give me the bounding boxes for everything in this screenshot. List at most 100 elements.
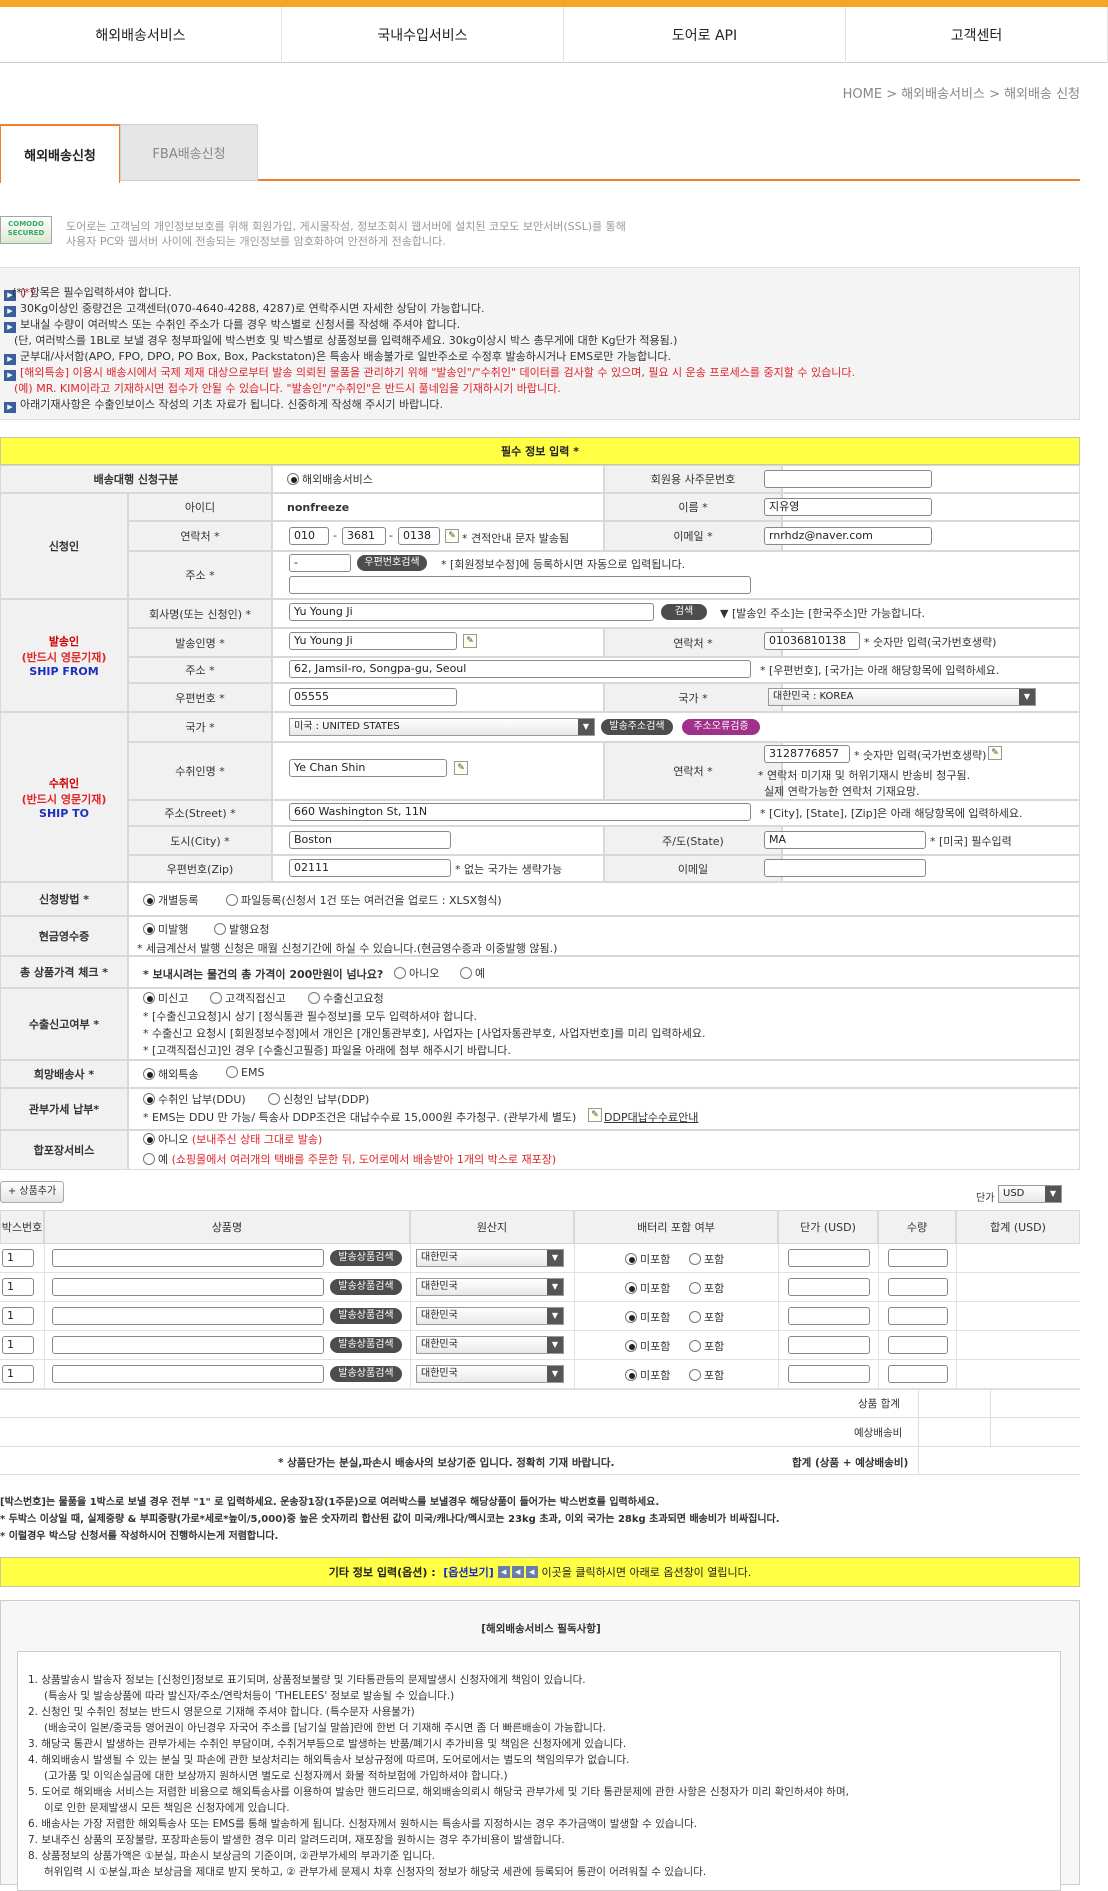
sender-phone-input[interactable]: 01036810138 [764, 632, 860, 650]
phone-input-3[interactable]: 0138 [398, 527, 440, 545]
product-name-input[interactable] [52, 1307, 324, 1325]
origin-select[interactable]: 대한민국 ▼ [416, 1336, 564, 1354]
box-no-input[interactable]: 1 [2, 1249, 34, 1267]
carrier-option-1[interactable]: 해외특송 [143, 1066, 198, 1082]
name-input[interactable]: 지유영 [764, 498, 932, 516]
email-input[interactable]: rnrhdz@naver.com [764, 527, 932, 545]
total-option-no[interactable]: 아니오 [394, 965, 439, 981]
company-input[interactable]: Yu Young Ji [289, 603, 654, 621]
add-product-button[interactable]: + 상품추가 [0, 1181, 64, 1203]
qty-input[interactable] [888, 1249, 948, 1267]
qty-input[interactable] [888, 1336, 948, 1354]
service-radio[interactable] [287, 473, 299, 485]
address-input[interactable] [289, 576, 751, 594]
sender-country-select[interactable]: 대한민국 : KOREA ▼ [768, 688, 1036, 706]
battery-option-no[interactable]: 미포함 [625, 1251, 670, 1267]
method-option-2[interactable]: 파일등록(신청서 1건 또는 여러건을 업로드 : XLSX형식) [226, 892, 502, 908]
box-no-input[interactable]: 1 [2, 1278, 34, 1296]
export-option-3[interactable]: 수출신고요청 [308, 990, 384, 1006]
option-toggle-link[interactable]: [옵션보기] [443, 1564, 494, 1580]
origin-select[interactable]: 대한민국 ▼ [416, 1249, 564, 1267]
sender-zip-input[interactable]: 05555 [289, 688, 457, 706]
battery-option-yes[interactable]: 포함 [689, 1338, 724, 1354]
nav-item-support[interactable]: 고객센터 [846, 7, 1108, 63]
memo-icon[interactable]: ✎ [988, 746, 1002, 760]
unit-price-input[interactable] [788, 1249, 870, 1267]
battery-option-yes[interactable]: 포함 [689, 1367, 724, 1383]
radio-icon [689, 1369, 701, 1381]
receiver-zip-input[interactable]: 02111 [289, 859, 451, 877]
battery-option-yes[interactable]: 포함 [689, 1280, 724, 1296]
tab-fba-request[interactable]: FBA배송신청 [120, 124, 258, 181]
product-search-button[interactable]: 발송상품검색 [330, 1279, 402, 1295]
nav-item-import[interactable]: 국내수입서비스 [282, 7, 564, 63]
receipt-option-1[interactable]: 미발행 [143, 921, 188, 937]
unit-price-input[interactable] [788, 1307, 870, 1325]
member-order-input[interactable] [764, 470, 932, 488]
duty-option-1[interactable]: 수취인 납부(DDU) [143, 1091, 246, 1107]
method-option-1[interactable]: 개별등록 [143, 892, 198, 908]
nav-item-overseas[interactable]: 해외배송서비스 [0, 7, 282, 63]
export-option-2[interactable]: 고객직접신고 [210, 990, 286, 1006]
product-search-button[interactable]: 발송상품검색 [330, 1308, 402, 1324]
phone-input-1[interactable]: 010 [289, 527, 329, 545]
zip-input[interactable]: - [289, 554, 351, 572]
memo-icon[interactable]: ✎ [463, 634, 477, 648]
battery-option-no[interactable]: 미포함 [625, 1338, 670, 1354]
box-no-input[interactable]: 1 [2, 1365, 34, 1383]
duty-option-2[interactable]: 신청인 납부(DDP) [268, 1091, 369, 1107]
receiver-email-input[interactable] [764, 859, 926, 877]
info-icon[interactable]: ✎ [588, 1108, 602, 1122]
origin-select[interactable]: 대한민국 ▼ [416, 1307, 564, 1325]
battery-option-no[interactable]: 미포함 [625, 1280, 670, 1296]
currency-select[interactable]: USD ▼ [998, 1185, 1062, 1203]
pack-option-yes[interactable]: 예 (쇼핑몰에서 여러개의 택배를 주문한 뒤, 도어로에서 배송받아 1개의 … [143, 1151, 556, 1167]
sender-label: 발송인 (반드시 영문기재) SHIP FROM [0, 599, 128, 712]
address-verify-button[interactable]: 주소오류검증 [682, 719, 760, 735]
sender-name-input[interactable]: Yu Young Ji [289, 632, 457, 650]
street-input[interactable]: 660 Washington St, 11N [289, 803, 751, 821]
unit-price-input[interactable] [788, 1278, 870, 1296]
box-no-input[interactable]: 1 [2, 1307, 34, 1325]
ddp-fee-link[interactable]: DDP대납수수료안내 [604, 1109, 698, 1125]
receipt-option-2[interactable]: 발행요청 [214, 921, 269, 937]
zip-search-button[interactable]: 우편번호검색 [357, 555, 427, 571]
battery-option-no[interactable]: 미포함 [625, 1367, 670, 1383]
receiver-address-search-button[interactable]: 발송주소검색 [601, 719, 673, 735]
receiver-country-select[interactable]: 미국 : UNITED STATES ▼ [289, 718, 595, 736]
phone-input-2[interactable]: 3681 [342, 527, 386, 545]
memo-icon[interactable]: ✎ [445, 529, 459, 543]
sender-address-input[interactable]: 62, Jamsil-ro, Songpa-gu, Seoul [289, 660, 751, 678]
unit-price-input[interactable] [788, 1365, 870, 1383]
receiver-name-input[interactable]: Ye Chan Shin [289, 759, 447, 777]
total-option-yes[interactable]: 예 [460, 965, 485, 981]
product-name-input[interactable] [52, 1278, 324, 1296]
pack-option-no[interactable]: 아니오 (보내주신 상태 그대로 발송) [143, 1131, 322, 1147]
receiver-phone-input[interactable]: 3128776857 [764, 745, 850, 763]
city-input[interactable]: Boston [289, 831, 451, 849]
qty-input[interactable] [888, 1365, 948, 1383]
company-search-button[interactable]: 검색 [661, 604, 707, 620]
memo-icon[interactable]: ✎ [454, 761, 468, 775]
origin-select[interactable]: 대한민국 ▼ [416, 1365, 564, 1383]
product-search-button[interactable]: 발송상품검색 [330, 1337, 402, 1353]
origin-select[interactable]: 대한민국 ▼ [416, 1278, 564, 1296]
box-no-input[interactable]: 1 [2, 1336, 34, 1354]
product-search-button[interactable]: 발송상품검색 [330, 1250, 402, 1266]
qty-input[interactable] [888, 1307, 948, 1325]
product-name-input[interactable] [52, 1365, 324, 1383]
export-option-1[interactable]: 미신고 [143, 990, 188, 1006]
product-search-button[interactable]: 발송상품검색 [330, 1366, 402, 1382]
product-name-input[interactable] [52, 1336, 324, 1354]
tab-overseas-request[interactable]: 해외배송신청 [0, 124, 120, 183]
battery-option-no[interactable]: 미포함 [625, 1309, 670, 1325]
product-name-input[interactable] [52, 1249, 324, 1267]
battery-option-yes[interactable]: 포함 [689, 1309, 724, 1325]
unit-price-input[interactable] [788, 1336, 870, 1354]
battery-option-yes[interactable]: 포함 [689, 1251, 724, 1267]
ssl-line2: 사용자 PC와 웹서버 사이에 전송되는 개인정보를 암호화하여 안전하게 전송… [66, 235, 446, 248]
carrier-option-2[interactable]: EMS [226, 1066, 264, 1079]
state-input[interactable]: MA [764, 831, 926, 849]
qty-input[interactable] [888, 1278, 948, 1296]
nav-item-api[interactable]: 도어로 API [564, 7, 846, 63]
